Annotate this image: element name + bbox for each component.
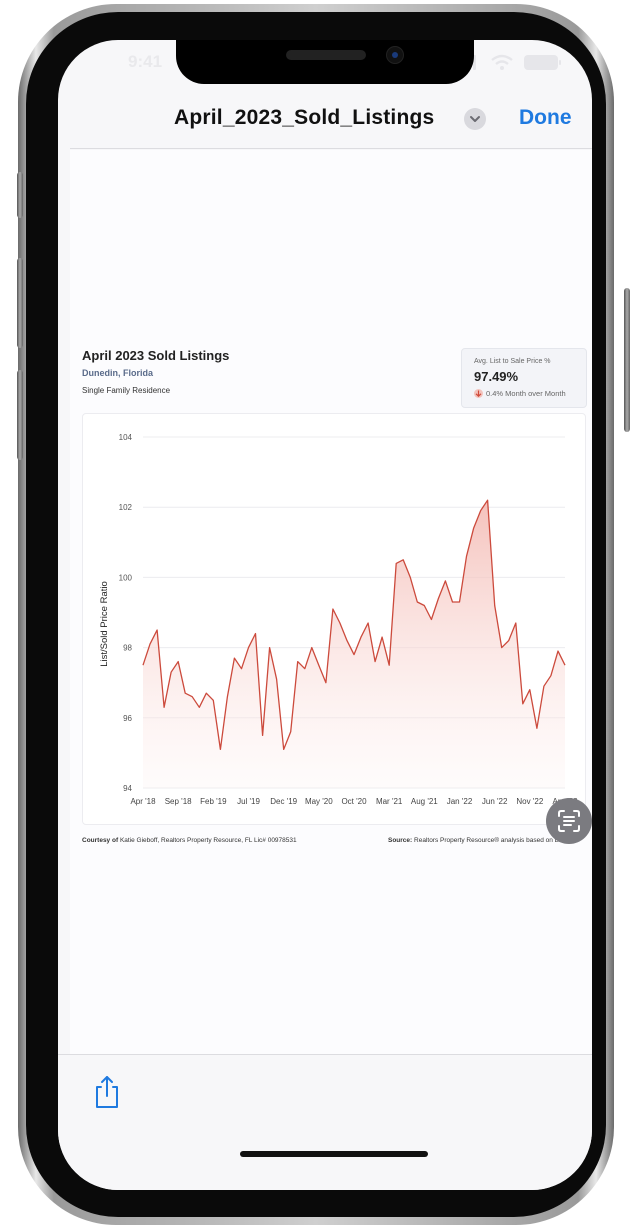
front-camera	[386, 46, 404, 64]
y-tick-label: 102	[119, 503, 133, 512]
chevron-down-icon[interactable]	[464, 108, 486, 130]
courtesy-text: Courtesy of Katie Gieboff, Realtors Prop…	[82, 837, 297, 844]
x-tick-label: Oct '20	[341, 797, 367, 806]
chart-container: 94 96 98 100 102 104 Apr '18 Sep '18 Feb '19 Jul…	[82, 413, 586, 825]
y-tick-label: 96	[123, 714, 132, 723]
stat-change: 0.4% Month over Month	[486, 389, 566, 398]
stat-value: 97.49%	[474, 369, 519, 384]
live-text-icon	[558, 810, 580, 832]
home-indicator[interactable]	[240, 1151, 428, 1157]
x-tick-label: Jan '22	[447, 797, 473, 806]
done-button[interactable]: Done	[519, 106, 572, 130]
bottom-toolbar	[58, 1054, 592, 1190]
report-location: Dunedin, Florida	[82, 368, 153, 378]
x-tick-label: Dec '19	[270, 797, 297, 806]
volume-down-button	[17, 370, 23, 460]
document-title[interactable]: April_2023_Sold_Listings	[174, 106, 434, 130]
share-icon[interactable]	[92, 1075, 122, 1109]
x-tick-label: Sep '18	[165, 797, 192, 806]
y-tick-label: 94	[123, 784, 132, 793]
stat-label: Avg. List to Sale Price %	[474, 358, 551, 365]
y-tick-label: 104	[119, 433, 133, 442]
status-time: 9:41	[128, 52, 163, 71]
stat-card: Avg. List to Sale Price % 97.49% 0.4% Mo…	[461, 348, 587, 408]
x-tick-label: May '20	[305, 797, 333, 806]
nav-divider	[70, 148, 592, 149]
status-icons	[458, 54, 561, 70]
y-tick-label: 98	[123, 644, 132, 653]
y-tick-label: 100	[119, 573, 133, 582]
earpiece-speaker	[286, 50, 366, 60]
x-tick-label: Apr '18	[130, 797, 156, 806]
report-title: April 2023 Sold Listings	[82, 348, 230, 363]
x-tick-label: Nov '22	[516, 797, 543, 806]
x-tick-label: Feb '19	[200, 797, 227, 806]
x-tick-label: Jun '22	[482, 797, 508, 806]
notch	[176, 40, 474, 84]
live-text-button[interactable]	[546, 798, 592, 844]
document-page: April 2023 Sold Listings Dunedin, Florid…	[70, 150, 592, 1054]
price-ratio-chart: 94 96 98 100 102 104 Apr '18 Sep '18 Feb '19 Jul…	[99, 433, 578, 806]
screen: 9:41 April_2023_Sold_Listings Done April…	[58, 40, 592, 1190]
x-tick-label: Mar '21	[376, 797, 403, 806]
x-tick-label: Aug '21	[411, 797, 438, 806]
volume-up-button	[17, 258, 23, 348]
y-axis-label: List/Sold Price Ratio	[99, 581, 110, 667]
arrow-down-icon	[474, 389, 483, 398]
mute-switch	[17, 172, 23, 218]
power-button	[624, 288, 630, 432]
report-property-type: Single Family Residence	[82, 386, 171, 395]
x-tick-label: Jul '19	[237, 797, 260, 806]
